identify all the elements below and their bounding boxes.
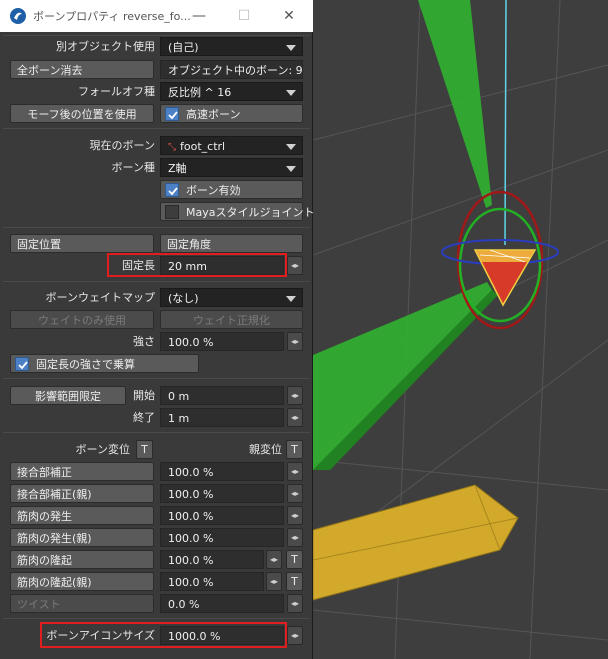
chevron-down-icon — [286, 144, 296, 150]
chevron-down-icon — [286, 45, 296, 51]
checkmark-icon — [165, 107, 179, 121]
section-divider — [3, 432, 310, 433]
other-object-value: (自己) — [168, 41, 199, 54]
maximize-button[interactable]: ☐ — [221, 0, 267, 32]
deform-row-value[interactable]: 100.0 % — [160, 528, 284, 547]
section-divider — [3, 281, 310, 282]
section-divider — [3, 618, 310, 619]
chevron-down-icon — [286, 166, 296, 172]
green-bone-lower — [313, 282, 492, 470]
rest-rotation-button[interactable]: 固定角度 — [160, 234, 303, 253]
chevron-down-icon — [286, 90, 296, 96]
deform-row-t-button[interactable]: T — [286, 550, 303, 569]
bone-type-dropdown[interactable]: Z軸 — [160, 158, 303, 177]
bone-properties-panel: ボーンプロパティ reverse_fo... — ☐ ✕ 別オブジェクト使用 (… — [0, 0, 314, 659]
end-input[interactable]: 1 m — [160, 408, 284, 427]
bone-deform-t-button[interactable]: T — [136, 440, 153, 459]
bone-deform-label: ボーン変位 — [75, 443, 130, 456]
deform-row-spinner[interactable]: ◂▸ — [287, 594, 303, 613]
section-divider — [3, 378, 310, 379]
bone-active-checkbox[interactable]: ボーン有効 — [160, 180, 303, 199]
section-divider — [3, 35, 310, 36]
close-button[interactable]: ✕ — [266, 0, 312, 32]
deform-row-button[interactable]: 接合部補正 — [10, 462, 154, 481]
multiply-rest-label: 固定長の強さで乗算 — [36, 358, 135, 371]
other-object-dropdown[interactable]: (自己) — [160, 37, 303, 56]
minimize-button[interactable]: — — [176, 0, 222, 32]
end-spinner[interactable]: ◂▸ — [287, 408, 303, 427]
bone-type-label: ボーン種 — [111, 161, 155, 174]
object-bones-count: オブジェクト中のボーン: 9 — [160, 60, 303, 79]
deform-row-button[interactable]: 筋肉の隆起(親) — [10, 572, 154, 591]
deform-row-spinner[interactable]: ◂▸ — [266, 572, 282, 591]
current-bone-value: foot_ctrl — [180, 140, 226, 153]
bone-type-value: Z軸 — [168, 162, 187, 175]
strength-input[interactable]: 100.0 % — [160, 332, 284, 351]
bone-icon: ⤡ — [168, 142, 176, 153]
checkmark-icon — [15, 357, 29, 371]
maya-joint-checkbox[interactable]: Mayaスタイルジョイント — [160, 202, 314, 221]
clear-all-bones-button[interactable]: 全ボーン消去 — [10, 60, 154, 79]
current-bone-label: 現在のボーン — [89, 139, 155, 152]
checkmark-icon — [165, 183, 179, 197]
icon-size-spinner[interactable]: ◂▸ — [287, 626, 303, 645]
deform-row-button[interactable]: 筋肉の発生(親) — [10, 528, 154, 547]
green-bone-upper — [418, 0, 492, 208]
highlight-box — [40, 622, 287, 648]
normalize-weight-button[interactable]: ウェイト正規化 — [160, 310, 303, 329]
rest-position-button[interactable]: 固定位置 — [10, 234, 154, 253]
current-bone-dropdown[interactable]: ⤡ foot_ctrl — [160, 136, 303, 155]
highlight-box — [107, 253, 287, 277]
maya-joint-label: Mayaスタイルジョイント — [186, 206, 315, 219]
section-divider — [3, 128, 310, 129]
falloff-value: 反比例 ^ 16 — [168, 86, 232, 99]
strength-spinner[interactable]: ◂▸ — [287, 332, 303, 351]
deform-row-value[interactable]: 100.0 % — [160, 462, 284, 481]
deform-row-value[interactable]: 100.0 % — [160, 506, 284, 525]
deform-row-t-button[interactable]: T — [286, 572, 303, 591]
chevron-down-icon — [286, 296, 296, 302]
falloff-label: フォールオフ種 — [78, 85, 155, 98]
limited-range-button[interactable]: 影響範囲限定 — [10, 386, 126, 405]
deform-row-button[interactable]: ツイスト — [10, 594, 154, 613]
deform-row-spinner[interactable]: ◂▸ — [287, 528, 303, 547]
deform-row-spinner[interactable]: ◂▸ — [287, 484, 303, 503]
parent-deform-t-button[interactable]: T — [286, 440, 303, 459]
rest-length-spinner[interactable]: ◂▸ — [287, 256, 303, 275]
weight-map-value: (なし) — [168, 292, 199, 305]
start-spinner[interactable]: ◂▸ — [287, 386, 303, 405]
start-label: 開始 — [133, 389, 155, 402]
bone-active-label: ボーン有効 — [186, 184, 241, 197]
use-after-morph-button[interactable]: モーフ後の位置を使用 — [10, 104, 154, 123]
deform-row-button[interactable]: 筋肉の隆起 — [10, 550, 154, 569]
yellow-bone — [312, 484, 519, 601]
deform-row-value[interactable]: 100.0 % — [160, 484, 284, 503]
end-label: 終了 — [133, 411, 155, 424]
deform-row-value[interactable]: 100.0 % — [160, 572, 264, 591]
section-divider — [3, 227, 310, 228]
deform-row-spinner[interactable]: ◂▸ — [287, 506, 303, 525]
weight-map-dropdown[interactable]: (なし) — [160, 288, 303, 307]
empty-checkbox-icon — [165, 205, 179, 219]
fast-bones-label: 高速ボーン — [186, 108, 241, 121]
falloff-dropdown[interactable]: 反比例 ^ 16 — [160, 82, 303, 101]
title-bar[interactable]: ボーンプロパティ reverse_fo... — ☐ ✕ — [0, 0, 313, 32]
strength-label: 強さ — [133, 335, 155, 348]
multiply-rest-checkbox[interactable]: 固定長の強さで乗算 — [10, 354, 199, 373]
fast-bones-checkbox[interactable]: 高速ボーン — [160, 104, 303, 123]
deform-row-button[interactable]: 筋肉の発生 — [10, 506, 154, 525]
deform-row-spinner[interactable]: ◂▸ — [266, 550, 282, 569]
deform-row-button[interactable]: 接合部補正(親) — [10, 484, 154, 503]
other-object-label: 別オブジェクト使用 — [56, 40, 155, 53]
use-weight-only-button[interactable]: ウェイトのみ使用 — [10, 310, 154, 329]
deform-row-value[interactable]: 0.0 % — [160, 594, 284, 613]
lightwave-icon — [10, 8, 26, 24]
deform-row-value[interactable]: 100.0 % — [160, 550, 264, 569]
parent-deform-label: 親変位 — [249, 443, 282, 456]
deform-row-spinner[interactable]: ◂▸ — [287, 462, 303, 481]
start-input[interactable]: 0 m — [160, 386, 284, 405]
weight-map-label: ボーンウェイトマップ — [45, 291, 155, 304]
